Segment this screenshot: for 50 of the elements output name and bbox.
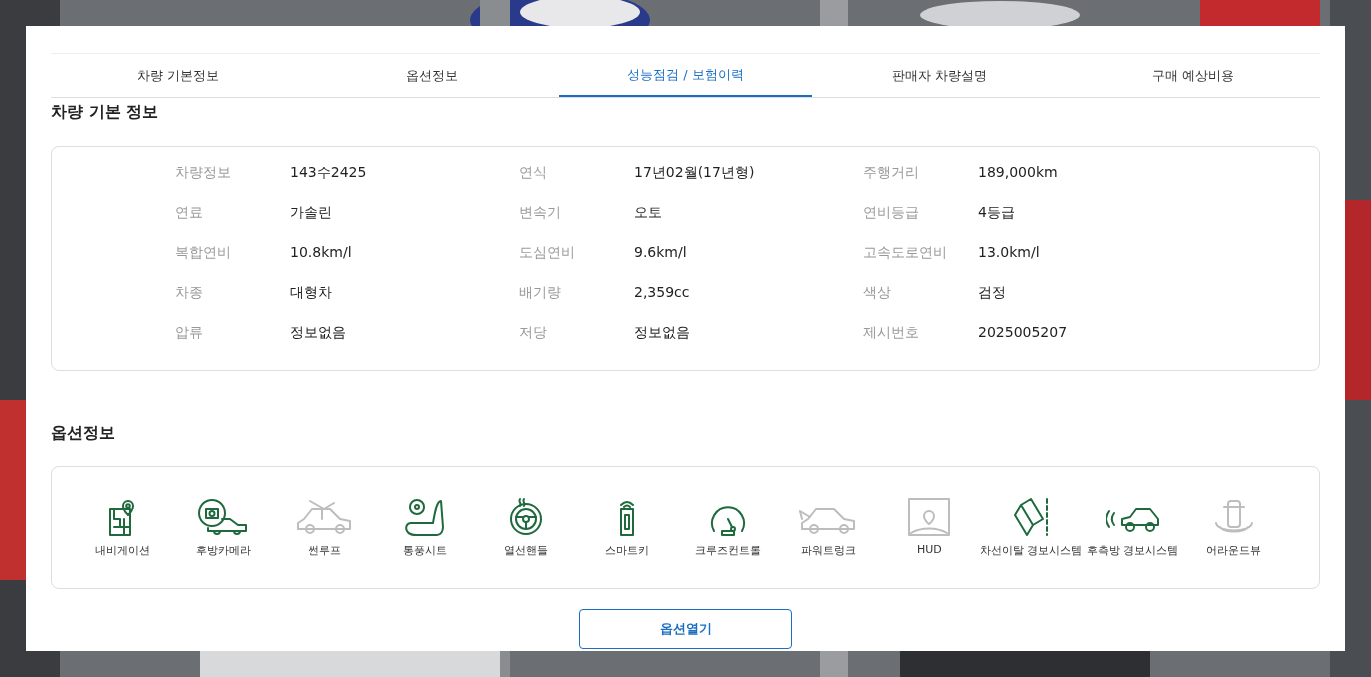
option-label: 통풍시트: [403, 543, 447, 558]
field-value: 대형차: [290, 284, 332, 302]
field-value: 17년02월(17년형): [634, 164, 755, 182]
field-label: 연식: [519, 164, 548, 182]
option-label: 후측방 경보시스템: [1086, 543, 1179, 558]
field-label: 제시번호: [863, 324, 920, 342]
field-value: 13.0km/l: [978, 244, 1040, 262]
option-label: 후방카메라: [195, 543, 251, 558]
field-label: 차종: [175, 284, 204, 302]
field-value: 10.8km/l: [290, 244, 352, 262]
field-label: 연비등급: [863, 204, 920, 222]
option-label: 열선핸들: [503, 543, 548, 558]
option-label: 스마트키: [604, 543, 649, 558]
option-label: 크루즈컨트롤: [694, 543, 761, 558]
open-options-button[interactable]: 옵션열기: [579, 609, 792, 649]
field-label: 복합연비: [175, 244, 232, 262]
option-label: 어라운드뷰: [1206, 543, 1261, 558]
field-label: 고속도로연비: [863, 244, 948, 262]
field-label: 색상: [863, 284, 892, 302]
field-value: 오토: [634, 204, 662, 222]
field-value: 189,000km: [978, 164, 1058, 182]
option-label: 파워트렁크: [800, 543, 856, 558]
field-value: 검정: [978, 284, 1006, 302]
field-value: 2,359cc: [634, 284, 690, 302]
field-label: 배기량: [519, 284, 562, 302]
option-label: 내비게이션: [94, 543, 150, 558]
field-label: 주행거리: [863, 164, 920, 182]
field-value: 143수2425: [290, 164, 367, 182]
tab[interactable]: 구매 예상비용: [1066, 54, 1320, 97]
field-value: 정보없음: [290, 324, 346, 342]
field-label: 차량정보: [175, 164, 232, 182]
field-label: 도심연비: [519, 244, 576, 262]
tab[interactable]: 성능점검 / 보험이력: [558, 54, 813, 97]
field-label: 연료: [175, 204, 204, 222]
field-label: 변속기: [519, 204, 562, 222]
field-value: 정보없음: [634, 324, 690, 342]
tab[interactable]: 차량 기본정보: [51, 54, 305, 97]
tab[interactable]: 판매자 차량설명: [812, 54, 1067, 97]
option-label: HUD: [916, 543, 942, 556]
field-value: 4등급: [978, 204, 1015, 222]
field-value: 9.6km/l: [634, 244, 687, 262]
field-label: 압류: [175, 324, 204, 342]
tab[interactable]: 옵션정보: [304, 54, 559, 97]
option-label: 차선이탈 경보시스템: [979, 543, 1083, 558]
option-label: 썬루프: [307, 543, 341, 558]
section-title: 옵션정보: [51, 422, 116, 444]
field-value: 2025005207: [978, 324, 1068, 342]
field-value: 가솔린: [290, 204, 332, 222]
section-title: 차량 기본 정보: [51, 101, 160, 123]
field-label: 저당: [519, 324, 548, 342]
